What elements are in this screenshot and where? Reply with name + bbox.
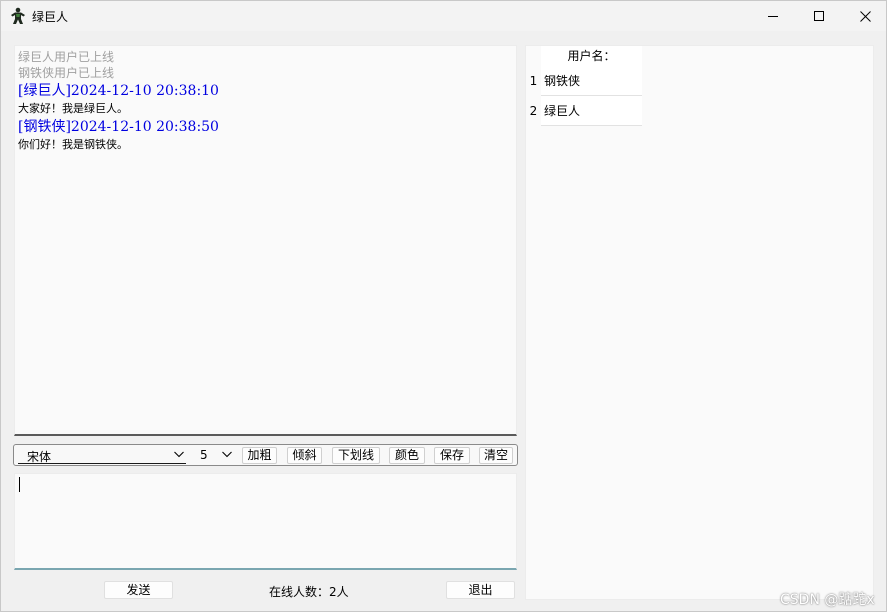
minimize-icon <box>768 16 778 17</box>
row-number: 2 <box>529 104 538 118</box>
message-history[interactable]: 绿巨人用户已上线 钢铁侠用户已上线 [绿巨人]2024-12-10 20:38:… <box>14 45 517 436</box>
user-list-header[interactable]: 用户名： <box>541 46 642 66</box>
chat-window: 绿巨人 绿巨人用户已上线 钢铁侠用户已上线 [绿巨人]2024-12-10 20… <box>0 0 887 612</box>
watermark: CSDN @踮跎x <box>780 592 875 608</box>
user-row[interactable]: 2 绿巨人 <box>526 96 642 126</box>
font-size-select[interactable]: 5 <box>196 447 232 464</box>
message-header: [绿巨人]2024-12-10 20:38:10 <box>18 83 219 99</box>
maximize-button[interactable] <box>796 1 842 31</box>
message-body: 大家好！我是绿巨人。 <box>18 102 128 115</box>
online-count: 在线人数：2人 <box>269 585 349 599</box>
user-name[interactable]: 钢铁侠 <box>541 66 642 96</box>
font-family-value: 宋体 <box>27 450 52 464</box>
exit-button[interactable]: 退出 <box>446 581 515 599</box>
message-body: 你们好！我是钢铁侠。 <box>18 138 128 151</box>
font-size-value: 5 <box>200 448 208 462</box>
minimize-button[interactable] <box>750 1 796 31</box>
close-icon <box>859 10 871 22</box>
chevron-down-icon <box>174 451 184 458</box>
system-message: 绿巨人用户已上线 <box>18 50 115 64</box>
close-button[interactable] <box>842 1 887 31</box>
window-title: 绿巨人 <box>32 10 69 24</box>
chevron-down-icon <box>222 451 232 458</box>
text-caret <box>19 477 20 492</box>
message-input[interactable] <box>14 473 517 570</box>
color-button[interactable]: 颜色 <box>389 447 425 464</box>
send-button[interactable]: 发送 <box>104 581 173 599</box>
bold-button[interactable]: 加粗 <box>242 447 277 464</box>
row-number: 1 <box>529 74 538 88</box>
user-list-panel[interactable]: 用户名： 1 钢铁侠 2 绿巨人 <box>525 45 874 600</box>
hulk-figure-icon <box>10 7 26 25</box>
underline-button[interactable]: 下划线 <box>332 447 380 464</box>
font-family-select[interactable]: 宋体 <box>18 447 186 464</box>
message-header: [钢铁侠]2024-12-10 20:38:50 <box>18 119 219 135</box>
save-button[interactable]: 保存 <box>434 447 470 464</box>
italic-button[interactable]: 倾斜 <box>287 447 322 464</box>
title-bar[interactable]: 绿巨人 <box>1 1 886 31</box>
system-message: 钢铁侠用户已上线 <box>18 66 115 80</box>
user-name[interactable]: 绿巨人 <box>541 96 642 126</box>
maximize-icon <box>814 11 824 21</box>
format-toolbar: 宋体 5 加粗 倾斜 下划线 颜色 保存 清空 <box>13 444 518 466</box>
user-row[interactable]: 1 钢铁侠 <box>526 66 642 96</box>
clear-button[interactable]: 清空 <box>479 447 513 464</box>
